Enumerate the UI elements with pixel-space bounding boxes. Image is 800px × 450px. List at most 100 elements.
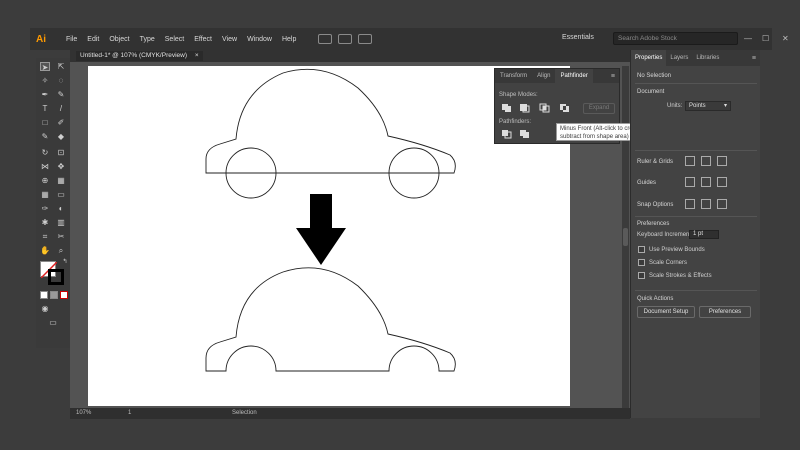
column-graph-icon[interactable]: ▥ [56,218,66,227]
snap-pixel-icon[interactable] [717,199,727,209]
menu-select[interactable]: Select [165,36,184,43]
symbol-sprayer-icon[interactable]: ✱ [40,218,50,227]
menu-bar: Ai File Edit Object Type Select Effect V… [30,28,789,50]
swap-fill-stroke-icon[interactable]: ↰ [60,258,70,267]
menu-help[interactable]: Help [282,36,296,43]
exclude-icon[interactable] [559,103,571,113]
current-tool-label: Selection [232,410,257,416]
minimize-icon[interactable]: — [744,34,752,43]
scale-corners-checkbox[interactable] [638,259,645,266]
no-selection-label: No Selection [637,73,672,79]
pen-tool-icon[interactable]: ✒ [40,90,50,99]
menu-file[interactable]: File [66,36,77,43]
expand-button[interactable]: Expand [583,103,615,114]
tab-align[interactable]: Align [532,69,555,83]
keyboard-increment-input[interactable]: 1 pt [689,230,719,239]
use-preview-bounds-checkbox[interactable] [638,246,645,253]
menu-object[interactable]: Object [109,36,129,43]
scale-strokes-checkbox[interactable] [638,272,645,279]
color-mode-icon[interactable] [40,291,48,299]
hand-tool-icon[interactable]: ✋ [40,246,50,255]
menu-view[interactable]: View [222,36,237,43]
tab-properties[interactable]: Properties [631,50,667,66]
intersect-icon[interactable] [539,103,551,113]
eyedropper-icon[interactable]: ✑ [40,204,50,213]
width-tool-icon[interactable]: ⋈ [40,162,50,171]
artboard-tool-icon[interactable]: ⌗ [40,232,50,241]
eraser-tool-icon[interactable]: ◆ [56,132,66,141]
shape-builder-icon[interactable]: ⊕ [40,176,50,185]
menu-type[interactable]: Type [140,36,155,43]
slice-tool-icon[interactable]: ✂ [56,232,66,241]
scale-corners-label: Scale Corners [649,260,688,266]
keyboard-increment-label: Keyboard Increment: [637,232,693,238]
snap-point-icon[interactable] [701,199,711,209]
show-guides-icon[interactable] [685,177,695,187]
tab-transform[interactable]: Transform [495,69,532,83]
perspective-grid-icon[interactable]: ▦ [56,176,66,185]
type-tool-icon[interactable]: T [40,104,50,113]
rotate-tool-icon[interactable]: ↻ [40,148,50,157]
grid-icon[interactable] [701,156,711,166]
menu-window[interactable]: Window [247,36,272,43]
line-tool-icon[interactable]: / [56,104,66,113]
tab-pathfinder[interactable]: Pathfinder [555,69,593,83]
mesh-tool-icon[interactable]: ▦ [40,190,50,199]
props-menu-icon[interactable]: ≡ [752,55,756,62]
trim-icon[interactable] [519,129,531,139]
ruler-grids-label: Ruler & Grids [637,159,674,165]
selection-tool-icon[interactable]: ➤ [40,62,50,72]
ruler-icon[interactable] [685,156,695,166]
lock-guides-icon[interactable] [701,177,711,187]
stroke-swatch[interactable] [48,269,64,285]
pixel-grid-icon[interactable] [717,156,727,166]
zoom-tool-icon[interactable]: ⌕ [56,246,66,255]
pathfinder-tabs: Transform Align Pathfinder ≡ [495,69,619,83]
close-icon[interactable]: ✕ [782,34,789,43]
document-setup-button[interactable]: Document Setup [637,306,695,318]
quick-actions-label: Quick Actions [637,296,674,302]
artboard-number[interactable]: 1 [128,410,131,416]
direct-selection-tool-icon[interactable]: ⇱ [56,62,66,71]
scale-tool-icon[interactable]: ⊡ [56,148,66,157]
preferences-button[interactable]: Preferences [699,306,751,318]
blend-tool-icon[interactable]: ◐ [56,204,66,213]
stock-search-input[interactable]: Search Adobe Stock [613,32,738,45]
draw-mode-icon[interactable]: ◉ [40,304,50,313]
document-tab[interactable]: Untitled-1* @ 107% (CMYK/Preview) × [76,51,203,61]
minus-front-icon[interactable] [519,103,531,113]
divide-icon[interactable] [501,129,513,139]
tab-layers[interactable]: Layers [666,50,692,66]
shaper-tool-icon[interactable]: ✎ [40,132,50,141]
gradient-tool-icon[interactable]: ▭ [56,190,66,199]
arrange-documents-icon[interactable] [318,34,333,44]
units-select[interactable]: Points ▾ [685,101,731,111]
smart-guides-icon[interactable] [717,177,727,187]
lasso-icon[interactable]: ◌ [56,76,66,85]
unite-icon[interactable] [501,103,513,113]
curvature-tool-icon[interactable]: ✎ [56,90,66,99]
free-transform-icon[interactable]: ✥ [56,162,66,171]
grid-layout-icon[interactable] [358,34,373,44]
panel-menu-icon[interactable]: ≡ [611,73,615,80]
bridge-icon[interactable] [338,34,353,44]
gradient-mode-icon[interactable] [50,291,58,299]
units-value: Points [689,103,706,109]
maximize-icon[interactable]: ☐ [762,34,769,43]
scrollbar-thumb[interactable] [623,228,628,246]
magic-wand-icon[interactable]: ✧ [40,76,50,85]
chevron-down-icon: ▾ [723,103,727,109]
menu-effect[interactable]: Effect [194,36,212,43]
preferences-section-label: Preferences [637,221,670,227]
none-mode-icon[interactable] [60,291,68,299]
rectangle-tool-icon[interactable]: □ [40,118,50,127]
zoom-level[interactable]: 107% [76,410,91,416]
workspace-switcher[interactable]: Essentials [562,34,594,41]
tab-libraries[interactable]: Libraries [692,50,723,66]
menu-edit[interactable]: Edit [87,36,99,43]
screen-mode-icon[interactable]: ▭ [48,318,58,327]
paintbrush-tool-icon[interactable]: ✐ [56,118,66,127]
guides-label: Guides [637,180,657,186]
document-tab-close-icon[interactable]: × [195,52,199,59]
snap-grid-icon[interactable] [685,199,695,209]
